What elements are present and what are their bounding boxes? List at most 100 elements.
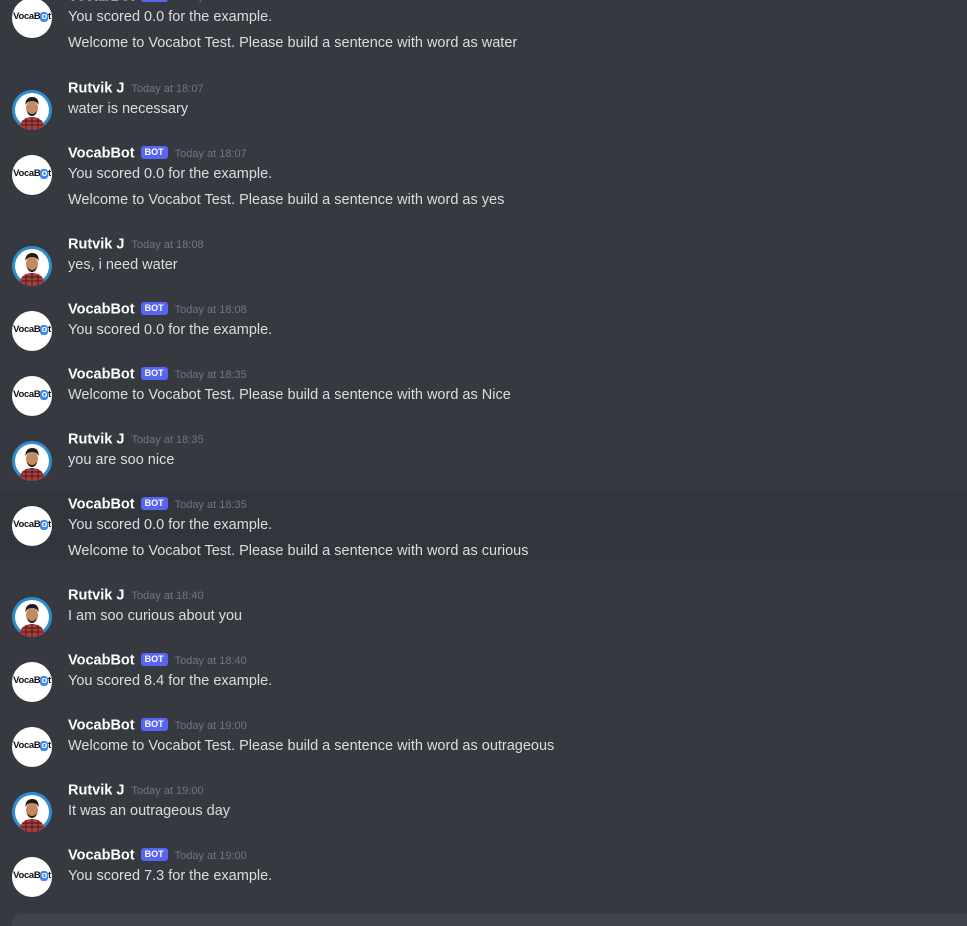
message: VocaBot VocabBot BOT Today at 19:00 You scor…: [0, 841, 967, 897]
bot-avatar[interactable]: VocaBot: [12, 857, 52, 897]
message-header: Rutvik J Today at 18:07: [68, 78, 204, 98]
message: VocaBot VocabBot BOT Today at 18:35 Welcome …: [0, 360, 967, 416]
vocabbot-logo-icon: VocaBot: [13, 870, 51, 881]
message-text: It was an outrageous day: [68, 803, 231, 819]
author-name[interactable]: VocabBot: [68, 367, 135, 383]
bot-badge: BOT: [140, 653, 168, 666]
timestamp[interactable]: Today at 18:08: [131, 239, 203, 251]
message-text: You scored 0.0 for the example.: [68, 9, 273, 25]
author-name[interactable]: Rutvik J: [68, 783, 124, 799]
message-header: VocabBot BOT Today at 18:35: [68, 494, 247, 514]
vocabbot-logo-icon: VocaBot: [13, 168, 51, 179]
user-avatar[interactable]: [12, 597, 52, 637]
message: Rutvik J Today at 18:08 yes, i need water: [0, 230, 967, 286]
timestamp[interactable]: Today at 18:40: [131, 590, 203, 602]
message-text: yes, i need water: [68, 257, 178, 273]
bot-avatar[interactable]: VocaBot: [12, 662, 52, 702]
timestamp[interactable]: Today at 18:08: [175, 304, 247, 316]
author-name[interactable]: Rutvik J: [68, 81, 124, 97]
bot-badge: BOT: [140, 367, 168, 380]
vocabbot-logo-icon: VocaBot: [13, 740, 51, 751]
message-text: Welcome to Vocabot Test. Please build a …: [68, 35, 518, 51]
author-name[interactable]: VocabBot: [68, 497, 135, 513]
user-avatar[interactable]: [12, 246, 52, 286]
timestamp[interactable]: Today at 18:07: [175, 148, 247, 160]
message-header: Rutvik J Today at 18:35: [68, 429, 204, 449]
message-text: Welcome to Vocabot Test. Please build a …: [68, 192, 505, 208]
timestamp[interactable]: Today at 18:35: [175, 369, 247, 381]
message-header: Rutvik J Today at 18:08: [68, 234, 204, 254]
message-text: You scored 7.3 for the example.: [68, 868, 273, 884]
bot-badge: BOT: [140, 497, 168, 510]
message-header: VocabBot BOT Today at 19:00: [68, 715, 247, 735]
bot-avatar[interactable]: VocaBot: [12, 727, 52, 767]
message-header: VocabBot BOT Today at 18:35: [68, 364, 247, 384]
bot-badge: BOT: [140, 0, 168, 2]
message: VocaBot VocabBot BOT Today at 18:35 You scor…: [0, 490, 967, 561]
message-header: Rutvik J Today at 18:40: [68, 585, 204, 605]
profile-photo-icon: [12, 246, 52, 286]
vocabbot-logo-icon: VocaBot: [13, 389, 51, 400]
timestamp[interactable]: Today at 19:00: [175, 720, 247, 732]
chat-messages: VocaBot VocabBot BOT Today at 18:04 You scor…: [0, 0, 967, 923]
timestamp[interactable]: Today at 18:40: [175, 655, 247, 667]
vocabbot-logo-icon: VocaBot: [13, 519, 51, 530]
message: VocaBot VocabBot BOT Today at 18:04 You scor…: [0, 0, 967, 53]
bot-badge: BOT: [140, 146, 168, 159]
bot-avatar[interactable]: VocaBot: [12, 0, 52, 38]
profile-photo-icon: [12, 441, 52, 481]
bot-badge: BOT: [140, 848, 168, 861]
message: VocaBot VocabBot BOT Today at 18:40 You scor…: [0, 646, 967, 702]
timestamp[interactable]: Today at 18:35: [175, 499, 247, 511]
vocabbot-logo-icon: VocaBot: [13, 11, 51, 22]
message-header: VocabBot BOT Today at 18:40: [68, 650, 247, 670]
message-text: you are soo nice: [68, 452, 175, 468]
message-text: You scored 8.4 for the example.: [68, 673, 273, 689]
bot-badge: BOT: [140, 718, 168, 731]
profile-photo-icon: [12, 90, 52, 130]
author-name[interactable]: VocabBot: [68, 302, 135, 318]
author-name[interactable]: VocabBot: [68, 0, 135, 5]
bot-avatar[interactable]: VocaBot: [12, 376, 52, 416]
vocabbot-logo-icon: VocaBot: [13, 675, 51, 686]
author-name[interactable]: VocabBot: [68, 848, 135, 864]
timestamp[interactable]: Today at 19:00: [175, 850, 247, 862]
message-text: You scored 0.0 for the example.: [68, 517, 273, 533]
user-avatar[interactable]: [12, 792, 52, 832]
message-header: Rutvik J Today at 19:00: [68, 780, 204, 800]
bot-avatar[interactable]: VocaBot: [12, 506, 52, 546]
author-name[interactable]: VocabBot: [68, 146, 135, 162]
user-avatar[interactable]: [12, 90, 52, 130]
message-text: Welcome to Vocabot Test. Please build a …: [68, 387, 511, 403]
message-header: VocabBot BOT Today at 18:04: [68, 0, 247, 6]
author-name[interactable]: Rutvik J: [68, 588, 124, 604]
user-avatar[interactable]: [12, 441, 52, 481]
message: Rutvik J Today at 19:00 It was an outrageo…: [0, 776, 967, 832]
author-name[interactable]: Rutvik J: [68, 432, 124, 448]
timestamp[interactable]: Today at 18:07: [131, 83, 203, 95]
timestamp[interactable]: Today at 18:04: [175, 0, 247, 3]
author-name[interactable]: Rutvik J: [68, 237, 124, 253]
message-text: Welcome to Vocabot Test. Please build a …: [68, 738, 555, 754]
message-text: I am soo curious about you: [68, 608, 243, 624]
vocabbot-logo-icon: VocaBot: [13, 324, 51, 335]
message-input[interactable]: [12, 914, 967, 926]
timestamp[interactable]: Today at 19:00: [131, 785, 203, 797]
message: Rutvik J Today at 18:35 you are soo nice: [0, 425, 967, 481]
message-text: You scored 0.0 for the example.: [68, 322, 273, 338]
message: Rutvik J Today at 18:07 water is necessary: [0, 74, 967, 130]
bot-avatar[interactable]: VocaBot: [12, 311, 52, 351]
message: VocaBot VocabBot BOT Today at 18:08 You scor…: [0, 295, 967, 351]
message-text: You scored 0.0 for the example.: [68, 166, 273, 182]
message-header: VocabBot BOT Today at 18:07: [68, 143, 247, 163]
author-name[interactable]: VocabBot: [68, 718, 135, 734]
message: Rutvik J Today at 18:40 I am soo curious a…: [0, 581, 967, 637]
timestamp[interactable]: Today at 18:35: [131, 434, 203, 446]
message-text: water is necessary: [68, 101, 189, 117]
message-header: VocabBot BOT Today at 19:00: [68, 845, 247, 865]
message: VocaBot VocabBot BOT Today at 19:00 Welcome …: [0, 711, 967, 767]
author-name[interactable]: VocabBot: [68, 653, 135, 669]
bot-avatar[interactable]: VocaBot: [12, 155, 52, 195]
message: VocaBot VocabBot BOT Today at 18:07 You scor…: [0, 139, 967, 210]
profile-photo-icon: [12, 597, 52, 637]
